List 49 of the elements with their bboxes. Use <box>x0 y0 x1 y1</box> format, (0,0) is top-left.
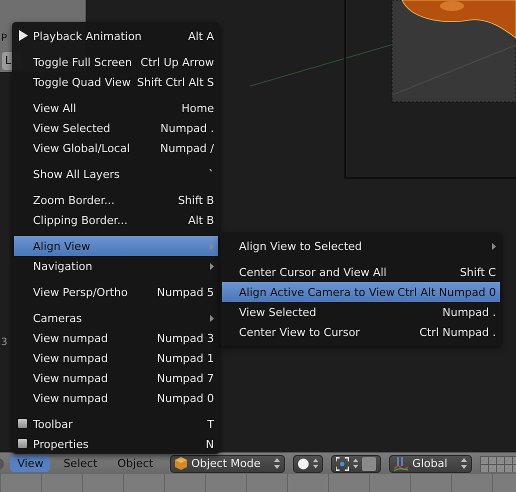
menu-item[interactable]: Center View to Cursor Ctrl Numpad . <box>222 322 500 342</box>
menu-item[interactable]: Properties N <box>14 434 218 454</box>
menu-item[interactable]: View numpad Numpad 7 <box>14 368 218 388</box>
menu-item[interactable]: Zoom Border... Shift B <box>14 190 218 210</box>
menu-item[interactable]: Toggle Quad View Shift Ctrl Alt S <box>14 72 218 92</box>
shading-dropdown[interactable] <box>293 454 324 472</box>
menu-item[interactable]: Toggle Full Screen Ctrl Up Arrow <box>14 52 218 72</box>
caret-icon <box>210 242 214 250</box>
header-menu[interactable]: Select <box>56 455 104 472</box>
axes-icon <box>394 456 408 470</box>
menu-item[interactable]: Cameras <box>14 308 218 328</box>
play-icon <box>19 30 28 41</box>
updown-icon <box>460 458 467 469</box>
header-menu[interactable]: View <box>10 455 50 472</box>
menu-item[interactable]: View Persp/Ortho Numpad 5 <box>14 282 218 302</box>
menu-item[interactable]: View numpad Numpad 0 <box>14 388 218 408</box>
caret-icon <box>492 242 496 250</box>
checkbox[interactable] <box>18 439 27 448</box>
mode-dropdown[interactable]: Object Mode <box>170 454 286 472</box>
orientation-dropdown[interactable]: Global <box>389 454 472 472</box>
menu-item[interactable]: Align View to Selected <box>222 236 500 256</box>
menu-item[interactable]: View numpad Numpad 3 <box>14 328 218 348</box>
header-menu[interactable]: Object <box>110 455 160 472</box>
menu-item[interactable]: Align View <box>14 236 218 256</box>
menu-item[interactable]: Center Cursor and View All Shift C <box>222 262 500 282</box>
menu-item[interactable]: View numpad Numpad 1 <box>14 348 218 368</box>
updown-icon <box>352 458 358 469</box>
updown-icon <box>312 458 318 469</box>
menu-item[interactable]: Playback Animation Alt A <box>14 26 218 46</box>
pivot-dropdown[interactable] <box>331 454 382 472</box>
menu-item[interactable]: View Global/Local Numpad / <box>14 138 218 158</box>
menu-item[interactable]: View Selected Numpad . <box>14 118 218 138</box>
checkbox[interactable] <box>18 419 27 428</box>
caret-icon <box>210 262 214 270</box>
menu-item[interactable]: Show All Layers ` <box>14 164 218 184</box>
menu-item[interactable]: Align Active Camera to View Ctrl Alt Numpad 0 <box>222 282 500 302</box>
sphere-icon <box>298 458 309 470</box>
updown-icon <box>274 458 280 469</box>
menu-item[interactable]: Navigation <box>14 256 218 276</box>
menu-item[interactable]: Toolbar T <box>14 414 218 434</box>
region-label: 3 <box>1 337 8 348</box>
cube-icon <box>175 457 188 470</box>
menu-item[interactable]: Clipping Border... Alt B <box>14 210 218 230</box>
layer-grid[interactable] <box>480 456 516 472</box>
menu-item[interactable]: View Selected Numpad . <box>222 302 500 322</box>
panel-label: P <box>1 33 8 44</box>
caret-icon <box>210 314 214 322</box>
pivot-icon <box>336 456 349 470</box>
menu-item[interactable]: View All Home <box>14 98 218 118</box>
